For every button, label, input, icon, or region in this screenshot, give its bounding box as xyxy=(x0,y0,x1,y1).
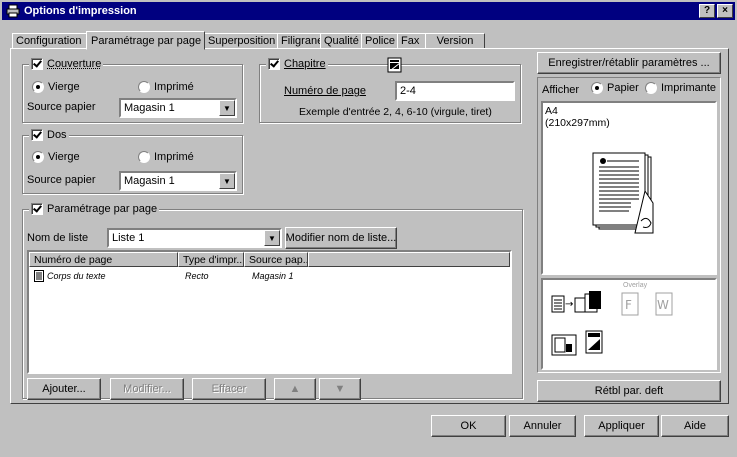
afficher-label: Afficher xyxy=(542,84,580,96)
couverture-vierge-radio[interactable]: Vierge xyxy=(32,81,80,93)
ok-button[interactable]: OK xyxy=(431,415,506,437)
close-button[interactable]: × xyxy=(717,4,733,18)
tab-police[interactable]: Police xyxy=(361,33,398,49)
couverture-imprime-radio[interactable]: Imprimé xyxy=(138,81,194,93)
radio-label: Papier xyxy=(607,82,639,94)
chapter-icon xyxy=(585,330,603,354)
row-page: Corps du texte xyxy=(47,271,106,281)
dos-source-select[interactable]: Magasin 1 ▼ xyxy=(119,171,237,191)
select-value: Liste 1 xyxy=(112,232,145,244)
reset-defaults-button[interactable]: Rétbl par. deft xyxy=(537,380,721,402)
afficher-imprimante-radio[interactable]: Imprimante xyxy=(645,82,716,94)
help-title-button[interactable]: ? xyxy=(699,4,715,18)
tab-superposition[interactable]: Superposition xyxy=(204,33,278,49)
ajouter-button[interactable]: Ajouter... xyxy=(27,378,101,400)
modifier-button[interactable]: Modifier... xyxy=(110,378,184,400)
booklet-preview-icon xyxy=(592,152,654,234)
cancel-button[interactable]: Annuler xyxy=(509,415,576,437)
radio-indicator xyxy=(138,81,150,93)
tab-version[interactable]: Version xyxy=(425,33,485,49)
chevron-down-icon[interactable]: ▼ xyxy=(219,173,235,189)
modifier-nom-liste-button[interactable]: Modifier nom de liste... xyxy=(285,227,397,249)
move-down-button[interactable]: ▼ xyxy=(319,378,361,400)
radio-indicator xyxy=(645,82,657,94)
title-bar[interactable]: Options d'impression ? × xyxy=(2,2,735,20)
couverture-source-select[interactable]: Magasin 1 ▼ xyxy=(119,98,237,118)
couverture-label: Couverture xyxy=(47,58,102,70)
afficher-papier-radio[interactable]: Papier xyxy=(591,82,639,94)
page-settings-list[interactable]: Numéro de page Type d'impr... Source pap… xyxy=(27,250,512,374)
svg-text:F: F xyxy=(625,298,632,312)
pages-merge-icon: → xyxy=(551,291,601,313)
couverture-checkbox[interactable] xyxy=(31,58,43,70)
column-header-numero[interactable]: Numéro de page xyxy=(29,252,178,267)
watermark-icon: W xyxy=(655,292,673,316)
select-value: Magasin 1 xyxy=(124,102,175,114)
column-header-source[interactable]: Source pap... xyxy=(244,252,308,267)
table-row[interactable]: Corps du texte Recto Magasin 1 xyxy=(32,270,512,284)
dos-vierge-radio[interactable]: Vierge xyxy=(32,151,80,163)
couverture-source-label: Source papier xyxy=(27,101,96,113)
select-value: Magasin 1 xyxy=(124,175,175,187)
tab-parametrage-par-page[interactable]: Paramétrage par page xyxy=(86,31,205,50)
print-options-window: Options d'impression ? × Configuration P… xyxy=(0,0,737,457)
nom-liste-label: Nom de liste xyxy=(27,232,89,244)
radio-indicator xyxy=(138,151,150,163)
tab-qualite[interactable]: Qualité xyxy=(320,33,362,49)
arrow-down-icon: ▼ xyxy=(334,383,346,395)
column-header-type[interactable]: Type d'impr... xyxy=(178,252,244,267)
dos-label: Dos xyxy=(47,129,67,141)
svg-text:W: W xyxy=(657,298,669,312)
tab-filigrane[interactable]: Filigrane xyxy=(277,33,323,49)
numero-page-label: Numéro de page xyxy=(284,85,366,97)
radio-indicator xyxy=(32,81,44,93)
parametrage-checkbox[interactable] xyxy=(31,203,43,215)
dos-imprime-radio[interactable]: Imprimé xyxy=(138,151,194,163)
row-source: Magasin 1 xyxy=(252,271,294,281)
cover-page-icon xyxy=(551,334,577,356)
printer-icon xyxy=(6,4,20,18)
chevron-down-icon[interactable]: ▼ xyxy=(264,230,280,246)
chapitre-example-text: Exemple d'entrée 2, 4, 6-10 (virgule, ti… xyxy=(299,106,492,118)
radio-label: Imprimé xyxy=(154,81,194,93)
row-type: Recto xyxy=(185,271,209,281)
radio-indicator xyxy=(591,82,603,94)
chevron-down-icon[interactable]: ▼ xyxy=(219,100,235,116)
radio-label: Imprimé xyxy=(154,151,194,163)
paper-dims-label: (210x297mm) xyxy=(545,117,610,129)
chapter-page-icon xyxy=(387,57,402,73)
window-title: Options d'impression xyxy=(24,5,137,17)
overlay-icons-panel: → Overlay F W xyxy=(541,278,717,370)
apply-button[interactable]: Appliquer xyxy=(584,415,659,437)
chapitre-checkbox[interactable] xyxy=(268,58,280,70)
tab-configuration[interactable]: Configuration xyxy=(12,33,88,49)
radio-indicator xyxy=(32,151,44,163)
column-header-empty xyxy=(308,252,510,267)
numero-page-input[interactable]: 2-4 xyxy=(395,81,515,101)
radio-label: Imprimante xyxy=(661,82,717,94)
arrow-up-icon: ▲ xyxy=(289,383,301,395)
chapitre-label: Chapitre xyxy=(284,58,326,70)
document-icon xyxy=(34,270,44,282)
dos-checkbox[interactable] xyxy=(31,129,43,141)
radio-label: Vierge xyxy=(48,81,80,93)
dos-source-label: Source papier xyxy=(27,174,96,186)
parametrage-label: Paramétrage par page xyxy=(47,203,158,215)
save-restore-settings-button[interactable]: Enregistrer/rétablir paramètres ... xyxy=(537,52,721,74)
svg-text:→: → xyxy=(565,299,573,310)
effacer-button[interactable]: Effacer xyxy=(192,378,266,400)
paper-preview: A4 (210x297mm) xyxy=(541,101,717,275)
paper-size-label: A4 xyxy=(545,105,558,117)
overlay-icon: F xyxy=(621,292,639,316)
radio-label: Vierge xyxy=(48,151,80,163)
nom-liste-select[interactable]: Liste 1 ▼ xyxy=(107,228,282,248)
help-button[interactable]: Aide xyxy=(661,415,729,437)
tab-fax[interactable]: Fax xyxy=(397,33,426,49)
overlay-label: Overlay xyxy=(623,282,648,289)
move-up-button[interactable]: ▲ xyxy=(274,378,316,400)
